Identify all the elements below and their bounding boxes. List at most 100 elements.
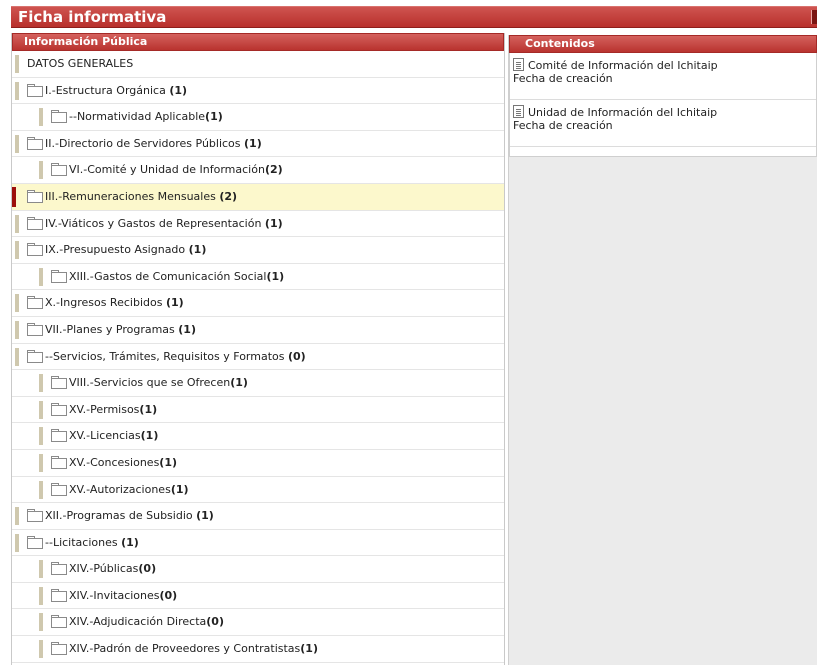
content-item-title[interactable]: Unidad de Información del Ichitaip	[528, 106, 717, 119]
tree-item-content[interactable]: XIV.-Públicas(0)	[12, 562, 156, 576]
tree-item[interactable]: XIV.-Adjudicación Directa(0)	[12, 609, 504, 637]
tree-item-marker	[15, 533, 19, 552]
folder-icon	[51, 588, 67, 602]
tree-item-content[interactable]: VIII.-Servicios que se Ofrecen(1)	[12, 376, 248, 390]
tree-item[interactable]: XIV.-Padrón de Proveedores y Contratista…	[12, 636, 504, 663]
tree-item-content[interactable]: VI.-Comité y Unidad de Información(2)	[12, 163, 283, 177]
tree-item[interactable]: --Servicios, Trámites, Requisitos y Form…	[12, 344, 504, 371]
tree-item[interactable]: XII.-Programas de Subsidio (1)	[12, 503, 504, 530]
tree-item[interactable]: VI.-Comité y Unidad de Información(2)	[12, 157, 504, 184]
tree-item-count: (1)	[205, 110, 223, 124]
tree-item[interactable]: VII.-Planes y Programas (1)	[12, 317, 504, 344]
tree-item-label: II.-Directorio de Servidores Públicos	[45, 136, 245, 150]
tree-item-marker	[39, 400, 43, 419]
tree-item-content[interactable]: IV.-Viáticos y Gastos de Representación …	[12, 216, 283, 230]
contenidos-panel: Contenidos Comité de Información del Ich…	[508, 35, 817, 665]
tree-item-content[interactable]: XIII.-Gastos de Comunicación Social(1)	[12, 269, 284, 283]
tree-item-content[interactable]: XV.-Concesiones(1)	[12, 455, 177, 469]
tree-item-marker	[39, 586, 43, 605]
content-item-date-label: Fecha de creación	[513, 72, 613, 85]
tree-item-content[interactable]: XV.-Permisos(1)	[12, 402, 157, 416]
tree-item[interactable]: DATOS GENERALES	[12, 51, 504, 78]
tree-item-count: (2)	[264, 163, 283, 177]
tree-item-label: DATOS GENERALES	[27, 57, 134, 70]
tree-item[interactable]: II.-Directorio de Servidores Públicos (1…	[12, 131, 504, 158]
left-panel-header: Información Pública	[12, 33, 504, 51]
tree-item-label: XII.-Programas de Subsidio	[45, 509, 197, 523]
tree-item-marker	[15, 507, 19, 526]
tree-item[interactable]: XV.-Autorizaciones(1)	[12, 477, 504, 504]
tree-item-marker	[39, 161, 43, 180]
tree-item-marker	[15, 347, 19, 366]
tree-item-content[interactable]: IX.-Presupuesto Asignado (1)	[12, 243, 207, 257]
tree-item-content[interactable]: XIV.-Adjudicación Directa(0)	[12, 615, 224, 629]
tree-item-content[interactable]: --Normatividad Aplicable(1)	[12, 110, 223, 124]
close-icon[interactable]	[811, 10, 817, 24]
tree-item[interactable]: --Licitaciones (1)	[12, 530, 504, 557]
folder-icon	[51, 615, 67, 629]
tree-item-label: XV.-Autorizaciones	[69, 482, 171, 496]
tree-item-content[interactable]: XIV.-Padrón de Proveedores y Contratista…	[12, 642, 318, 656]
tree-item-marker	[39, 108, 43, 127]
tree-item-count: (1)	[170, 482, 189, 496]
tree-item[interactable]: VIII.-Servicios que se Ofrecen(1)	[12, 370, 504, 397]
tree-item-content[interactable]: III.-Remuneraciones Mensuales (2)	[12, 189, 238, 203]
tree-item-count: (2)	[219, 189, 238, 203]
tree-item-marker	[15, 134, 19, 153]
tree-item[interactable]: XV.-Concesiones(1)	[12, 450, 504, 477]
tree-item-label: --Licitaciones	[45, 535, 122, 549]
tree-item-marker	[15, 55, 19, 73]
document-icon	[513, 58, 524, 71]
tree-item-label: XV.-Licencias	[69, 429, 141, 443]
folder-icon	[51, 429, 67, 443]
tree-item-content[interactable]: XV.-Licencias(1)	[12, 429, 158, 443]
tree-item-label: III.-Remuneraciones Mensuales	[45, 189, 220, 203]
tree-item-count: (1)	[165, 296, 184, 310]
tree-item-marker	[39, 453, 43, 472]
tree-item-label: --Normatividad Aplicable	[69, 110, 206, 124]
tree-item[interactable]: XIV.-Públicas(0)	[12, 556, 504, 583]
tree-item[interactable]: --Normatividad Aplicable(1)	[12, 104, 504, 131]
content-item-title[interactable]: Comité de Información del Ichitaip	[528, 59, 718, 72]
tree-item-label: XIV.-Padrón de Proveedores y Contratista…	[69, 642, 301, 656]
folder-icon	[51, 562, 67, 576]
tree-item-label: XIII.-Gastos de Comunicación Social	[69, 269, 267, 283]
folder-icon	[51, 402, 67, 416]
window-titlebar: Ficha informativa	[0, 0, 817, 31]
tree-item-content[interactable]: XIV.-Invitaciones(0)	[12, 588, 177, 602]
tree-item[interactable]: IV.-Viáticos y Gastos de Representación …	[12, 211, 504, 238]
tree-item-content[interactable]: II.-Directorio de Servidores Públicos (1…	[12, 136, 262, 150]
tree-item[interactable]: XV.-Permisos(1)	[12, 397, 504, 424]
tree-item-marker	[39, 480, 43, 499]
contents-list-footer	[510, 147, 816, 156]
tree-item-marker	[39, 613, 43, 632]
informacion-publica-panel: Información Pública DATOS GENERALES I.-Es…	[11, 33, 505, 665]
tree-item[interactable]: X.-Ingresos Recibidos (1)	[12, 290, 504, 317]
tree-item-content[interactable]: --Licitaciones (1)	[12, 535, 139, 549]
tree-item-content[interactable]: XII.-Programas de Subsidio (1)	[12, 509, 214, 523]
tree-item-content[interactable]: I.-Estructura Orgánica (1)	[12, 83, 187, 97]
content-item[interactable]: Unidad de Información del Ichitaip Fecha …	[510, 100, 816, 147]
tree-item-content[interactable]: VII.-Planes y Programas (1)	[12, 322, 196, 336]
tree-item-label: X.-Ingresos Recibidos	[45, 296, 166, 310]
tree-item-label: XIV.-Públicas	[69, 562, 139, 576]
folder-icon	[27, 535, 43, 549]
tree-item[interactable]: I.-Estructura Orgánica (1)	[12, 78, 504, 105]
folder-icon	[51, 642, 67, 656]
tree-item-label: XV.-Concesiones	[69, 455, 160, 469]
tree-item-content[interactable]: X.-Ingresos Recibidos (1)	[12, 296, 184, 310]
content-item[interactable]: Comité de Información del Ichitaip Fecha …	[510, 53, 816, 100]
tree-item[interactable]: III.-Remuneraciones Mensuales (2)	[12, 183, 504, 211]
folder-icon	[51, 163, 67, 177]
tree-item-count: (1)	[188, 243, 207, 257]
tree-item-count: (1)	[230, 376, 248, 390]
tree-item[interactable]: XV.-Licencias(1)	[12, 423, 504, 450]
folder-icon	[27, 136, 43, 150]
folder-icon	[51, 376, 67, 390]
tree-item-content[interactable]: --Servicios, Trámites, Requisitos y Form…	[12, 349, 306, 363]
tree-item[interactable]: XIII.-Gastos de Comunicación Social(1)	[12, 264, 504, 291]
folder-icon	[27, 189, 43, 203]
tree-item[interactable]: XIV.-Invitaciones(0)	[12, 583, 504, 610]
tree-item-content[interactable]: DATOS GENERALES	[12, 57, 133, 70]
tree-item[interactable]: IX.-Presupuesto Asignado (1)	[12, 237, 504, 264]
